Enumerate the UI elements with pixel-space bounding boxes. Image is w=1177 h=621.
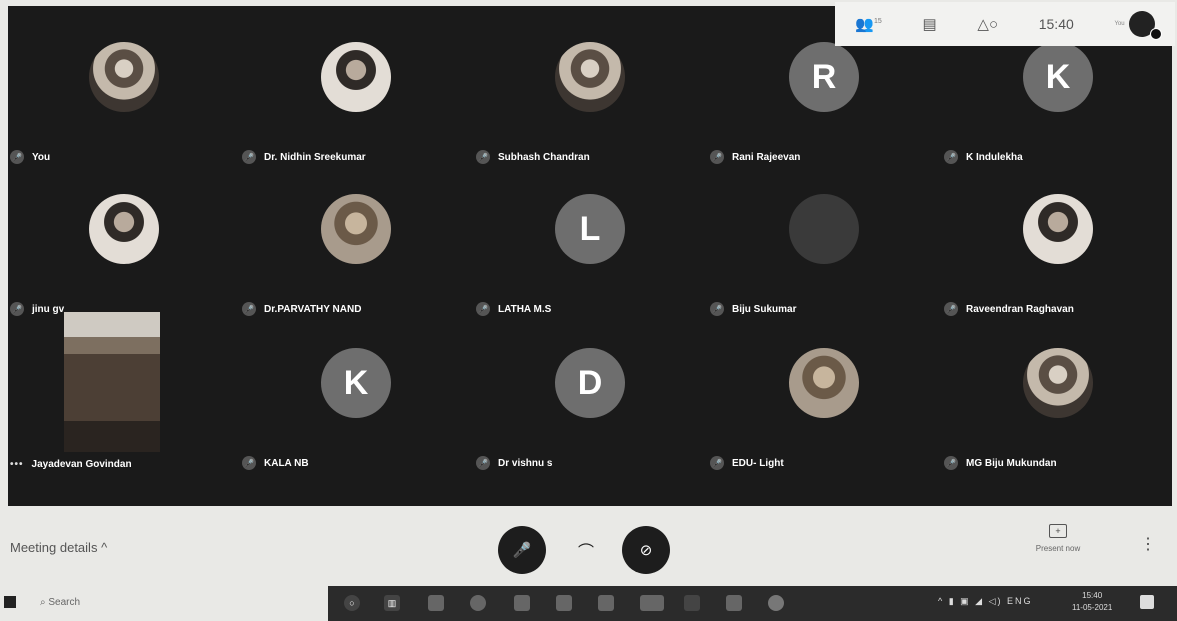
folder-icon[interactable] <box>514 595 530 611</box>
participant-avatar <box>789 348 859 418</box>
people-icon[interactable]: 👥15 <box>855 15 881 33</box>
meet-window: 🎤 You 🎤 Dr. Nidhin Sreekumar 🎤 Subhash Chandr… <box>0 0 1177 621</box>
camera-off-icon: ⊘ <box>639 542 653 559</box>
taskbar-search[interactable]: ⌕ Search <box>40 597 80 608</box>
participant-grid: 🎤 You 🎤 Dr. Nidhin Sreekumar 🎤 Subhash Chandr… <box>8 6 1172 506</box>
you-label: You <box>1114 21 1125 27</box>
participant-name-row: 🎤 KALA NB <box>242 456 309 470</box>
notification-icon[interactable] <box>1140 595 1154 609</box>
participant-tile[interactable]: ••• Jayadevan Govindan <box>8 312 240 478</box>
mic-muted-icon: 🎤 <box>710 456 724 470</box>
self-avatar[interactable] <box>1128 11 1162 40</box>
participant-avatar <box>555 42 625 112</box>
participant-avatar <box>89 194 159 264</box>
participant-tile[interactable]: 🎤 Raveendran Raghavan <box>942 158 1174 324</box>
participant-avatar <box>789 194 859 264</box>
app-icon[interactable] <box>640 595 664 611</box>
task-view-icon[interactable]: ▥ <box>384 595 400 611</box>
language-label: ENG <box>1007 596 1033 606</box>
participant-tile[interactable]: 🎤 jinu gv <box>8 158 240 324</box>
app-icon[interactable] <box>428 595 444 611</box>
participant-avatar: L <box>555 194 625 264</box>
app-icon[interactable] <box>598 595 614 611</box>
search-label: Search <box>48 597 81 608</box>
camera-button[interactable]: ⊘ <box>622 526 670 574</box>
mic-muted-icon: 🎤 <box>476 456 490 470</box>
chat-icon[interactable]: ▤ <box>923 15 937 33</box>
participant-tile[interactable]: 🎤 You <box>8 6 240 172</box>
participant-name-row: ••• Jayadevan Govindan <box>10 459 132 470</box>
participant-tile[interactable]: 🎤 Biju Sukumar <box>708 158 940 324</box>
avatar-initial: K <box>343 363 369 402</box>
app-icon[interactable] <box>684 595 700 611</box>
more-options-icon[interactable]: ⋮ <box>1140 534 1156 554</box>
phone-icon: ⌒ <box>577 544 594 561</box>
meeting-clock: 15:40 <box>1038 16 1074 32</box>
avatar-initial: L <box>579 209 601 248</box>
taskbar-clock[interactable]: 15:40 11-05-2021 <box>1072 590 1112 614</box>
participant-name: Dr vishnu s <box>498 457 553 469</box>
participant-avatar <box>321 42 391 112</box>
participant-avatar: K <box>321 348 391 418</box>
participant-tile[interactable]: 🎤 Dr.PARVATHY NAND <box>240 158 472 324</box>
mic-muted-icon: 🎤 <box>242 456 256 470</box>
participant-tile[interactable]: D 🎤 Dr vishnu s <box>474 312 706 478</box>
present-now-label: Present now <box>1035 544 1081 553</box>
mic-muted-icon: 🎤 <box>944 456 958 470</box>
present-icon: + <box>1049 524 1067 538</box>
system-tray[interactable]: ^ ▮ ▣ ◢ ◁) ENG <box>938 596 1033 607</box>
participant-tile[interactable]: L 🎤 LATHA M.S <box>474 158 706 324</box>
participant-name: KALA NB <box>264 457 309 469</box>
present-now-button[interactable]: + Present now <box>1022 524 1094 553</box>
status-dot <box>1149 28 1162 40</box>
participant-name: MG Biju Mukundan <box>966 457 1057 469</box>
cortana-icon[interactable]: ○ <box>344 595 360 611</box>
taskbar-date: 11-05-2021 <box>1072 603 1113 612</box>
browser-icon[interactable] <box>470 595 486 611</box>
windows-start-icon[interactable] <box>4 596 16 608</box>
participant-name-row: 🎤 Dr vishnu s <box>476 456 552 470</box>
participant-avatar <box>89 42 159 112</box>
avatar-initial: K <box>1045 57 1071 96</box>
participant-name: EDU- Light <box>732 457 784 469</box>
participant-tile[interactable]: 🎤 Dr. Nidhin Sreekumar <box>240 6 472 172</box>
participant-avatar: D <box>555 348 625 418</box>
participant-tile[interactable]: 🎤 EDU- Light <box>708 312 940 478</box>
windows-taskbar: ⌕ Search ○ ▥ ^ ▮ ▣ ◢ ◁) ENG 15:40 11-05-… <box>0 586 1177 621</box>
participant-tile[interactable]: K 🎤 KALA NB <box>240 312 472 478</box>
taskbar-apps: ○ ▥ <box>328 586 1177 621</box>
mute-button[interactable]: 🎤 <box>498 526 546 574</box>
taskbar-time: 15:40 <box>1082 591 1103 600</box>
participant-avatar: R <box>789 42 859 112</box>
mic-off-icon: 🎤 <box>512 542 532 559</box>
app-icon[interactable] <box>726 595 742 611</box>
participant-avatar <box>1023 194 1093 264</box>
people-count: 15 <box>874 18 882 25</box>
chrome-icon[interactable] <box>768 595 784 611</box>
meeting-details-button[interactable]: Meeting details ^ <box>10 540 107 555</box>
avatar-initial: D <box>577 363 603 402</box>
avatar-initial: R <box>811 57 837 96</box>
participant-tile[interactable]: 🎤 MG Biju Mukundan <box>942 312 1174 478</box>
meeting-details-label: Meeting details <box>10 540 98 555</box>
participant-name-row: 🎤 MG Biju Mukundan <box>944 456 1057 470</box>
participant-name: Jayadevan Govindan <box>31 459 132 470</box>
participant-avatar: K <box>1023 42 1093 112</box>
participant-avatar <box>1023 348 1093 418</box>
more-dots-icon: ••• <box>10 459 24 470</box>
participant-avatar <box>321 194 391 264</box>
participant-name-row: 🎤 EDU- Light <box>710 456 784 470</box>
store-icon[interactable] <box>556 595 572 611</box>
bottom-controls: Meeting details ^ 🎤 ⌒ ⊘ + Present now ⋮ <box>0 508 1177 584</box>
participant-video <box>64 312 160 452</box>
chevron-up-icon: ^ <box>101 540 108 555</box>
participant-tile[interactable]: 🎤 Subhash Chandran <box>474 6 706 172</box>
top-toolbar: 👥15 ▤ △○ 15:40 You <box>835 2 1175 46</box>
activities-icon[interactable]: △○ <box>977 15 998 33</box>
hang-up-button[interactable]: ⌒ <box>572 536 600 564</box>
